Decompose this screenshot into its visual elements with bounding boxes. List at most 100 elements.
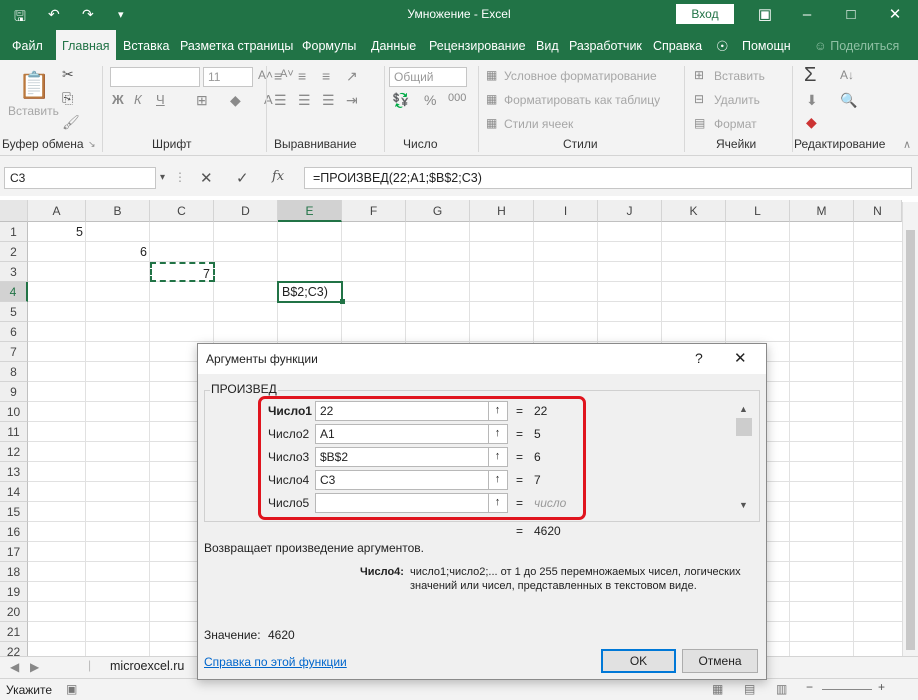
align-top-icon[interactable]: ≡ xyxy=(274,68,282,84)
tab-data[interactable]: Данные xyxy=(371,30,416,60)
copy-icon[interactable]: ⎘ xyxy=(62,90,73,107)
paste-icon[interactable]: 📋 xyxy=(18,70,50,101)
row-header-9[interactable]: 9 xyxy=(0,382,28,402)
name-box-dropdown-icon[interactable]: ▾ xyxy=(160,172,165,183)
tab-formulas[interactable]: Формулы xyxy=(302,30,356,60)
login-button[interactable]: Вход xyxy=(676,4,734,24)
select-all-corner[interactable] xyxy=(0,200,28,222)
format-table-label[interactable]: Форматировать как таблицу xyxy=(504,93,660,107)
zoom-out-icon[interactable]: − xyxy=(806,680,813,694)
row-header-2[interactable]: 2 xyxy=(0,242,28,262)
column-header-I[interactable]: I xyxy=(534,200,598,222)
format-table-icon[interactable]: ▦ xyxy=(486,92,497,106)
align-right-icon[interactable]: ☰ xyxy=(322,92,335,109)
column-header-J[interactable]: J xyxy=(598,200,662,222)
column-header-G[interactable]: G xyxy=(406,200,470,222)
close-button[interactable]: ✕ xyxy=(880,3,910,27)
row-header-10[interactable]: 10 xyxy=(0,402,28,422)
align-middle-icon[interactable]: ≡ xyxy=(298,68,306,84)
clear-icon[interactable]: ◆ xyxy=(806,114,817,131)
row-header-16[interactable]: 16 xyxy=(0,522,28,542)
minimize-button[interactable]: – xyxy=(792,3,822,27)
zoom-slider[interactable] xyxy=(822,689,872,690)
row-header-17[interactable]: 17 xyxy=(0,542,28,562)
autosum-icon[interactable]: Σ xyxy=(804,64,816,87)
column-header-L[interactable]: L xyxy=(726,200,790,222)
row-header-15[interactable]: 15 xyxy=(0,502,28,522)
scroll-thumb[interactable] xyxy=(736,418,752,436)
column-header-A[interactable]: A xyxy=(28,200,86,222)
row-header-20[interactable]: 20 xyxy=(0,602,28,622)
macro-record-icon[interactable]: ▣ xyxy=(66,682,77,696)
share-button[interactable]: ☺ Поделиться xyxy=(814,30,899,60)
cancel-icon[interactable]: ✕ xyxy=(200,169,213,187)
conditional-format-icon[interactable]: ▦ xyxy=(486,68,497,82)
column-header-E[interactable]: E xyxy=(278,200,342,222)
cancel-button[interactable]: Отмена xyxy=(682,649,758,673)
normal-view-icon[interactable]: ▦ xyxy=(712,682,723,696)
cut-icon[interactable]: ✂ xyxy=(62,66,74,83)
maximize-button[interactable]: □ xyxy=(836,3,866,27)
enter-icon[interactable]: ✓ xyxy=(236,169,249,187)
tab-help[interactable]: Справка xyxy=(653,30,702,60)
tab-developer[interactable]: Разработчик xyxy=(569,30,642,60)
insert-cells-icon[interactable]: ⊞ xyxy=(694,68,704,82)
formula-input[interactable]: =ПРОИЗВЕД(22;A1;$B$2;C3) xyxy=(304,167,912,189)
indent-icon[interactable]: ⇥ xyxy=(346,92,358,109)
ok-button[interactable]: OK xyxy=(601,649,676,673)
page-break-view-icon[interactable]: ▥ xyxy=(776,682,787,696)
number-format-combo[interactable]: Общий xyxy=(389,67,467,87)
align-left-icon[interactable]: ☰ xyxy=(274,92,287,109)
align-center-icon[interactable]: ☰ xyxy=(298,92,311,109)
name-box[interactable]: C3 xyxy=(4,167,156,189)
thousands-icon[interactable]: 000 xyxy=(448,92,466,104)
format-cells-icon[interactable]: ▤ xyxy=(694,116,705,130)
next-sheet-icon[interactable]: ▶ xyxy=(30,660,39,674)
tab-page-layout[interactable]: Разметка страницы xyxy=(180,30,293,60)
row-header-3[interactable]: 3 xyxy=(0,262,28,282)
ribbon-display-icon[interactable]: ▣ xyxy=(750,3,780,27)
vertical-scrollbar[interactable] xyxy=(902,202,918,678)
column-header-M[interactable]: M xyxy=(790,200,854,222)
tab-tell-me[interactable]: Помощн xyxy=(742,30,791,60)
dialog-title-bar[interactable]: Аргументы функции ? ✕ xyxy=(198,344,766,374)
column-header-B[interactable]: B xyxy=(86,200,150,222)
tab-view[interactable]: Вид xyxy=(536,30,559,60)
sheet-tab[interactable]: microexcel.ru xyxy=(110,659,184,673)
row-header-4[interactable]: 4 xyxy=(0,282,28,302)
format-painter-icon[interactable]: 🖌 xyxy=(62,114,80,131)
scroll-thumb[interactable] xyxy=(906,230,915,650)
underline-icon[interactable]: Ч xyxy=(156,92,165,107)
tab-home[interactable]: Главная xyxy=(56,30,116,60)
column-header-C[interactable]: C xyxy=(150,200,214,222)
cell-E4[interactable]: B$2;C3) xyxy=(277,281,343,303)
sort-filter-icon[interactable]: A↓ xyxy=(840,68,854,82)
conditional-format-label[interactable]: Условное форматирование xyxy=(504,69,657,83)
bold-icon[interactable]: Ж xyxy=(112,92,124,107)
fill-color-icon[interactable]: ◆ xyxy=(230,92,241,109)
orientation-icon[interactable]: ↗ xyxy=(346,68,358,85)
tab-insert[interactable]: Вставка xyxy=(123,30,169,60)
row-header-19[interactable]: 19 xyxy=(0,582,28,602)
align-bottom-icon[interactable]: ≡ xyxy=(322,68,330,84)
prev-sheet-icon[interactable]: ◀ xyxy=(10,660,19,674)
column-header-D[interactable]: D xyxy=(214,200,278,222)
tab-review[interactable]: Рецензирование xyxy=(429,30,526,60)
column-header-H[interactable]: H xyxy=(470,200,534,222)
cell-styles-icon[interactable]: ▦ xyxy=(486,116,497,130)
font-name-combo[interactable] xyxy=(110,67,200,87)
cell-C3[interactable]: 7 xyxy=(150,262,215,282)
row-header-18[interactable]: 18 xyxy=(0,562,28,582)
fill-handle[interactable] xyxy=(340,299,345,304)
help-link[interactable]: Справка по этой функции xyxy=(204,655,347,669)
row-header-12[interactable]: 12 xyxy=(0,442,28,462)
zoom-in-icon[interactable]: + xyxy=(878,680,885,694)
format-cells-label[interactable]: Формат xyxy=(714,117,757,131)
cell-styles-label[interactable]: Стили ячеек xyxy=(504,117,573,131)
row-header-21[interactable]: 21 xyxy=(0,622,28,642)
page-layout-view-icon[interactable]: ▤ xyxy=(744,682,755,696)
row-header-6[interactable]: 6 xyxy=(0,322,28,342)
insert-cells-label[interactable]: Вставить xyxy=(714,69,765,83)
dialog-close-icon[interactable]: ✕ xyxy=(734,349,747,367)
row-header-13[interactable]: 13 xyxy=(0,462,28,482)
